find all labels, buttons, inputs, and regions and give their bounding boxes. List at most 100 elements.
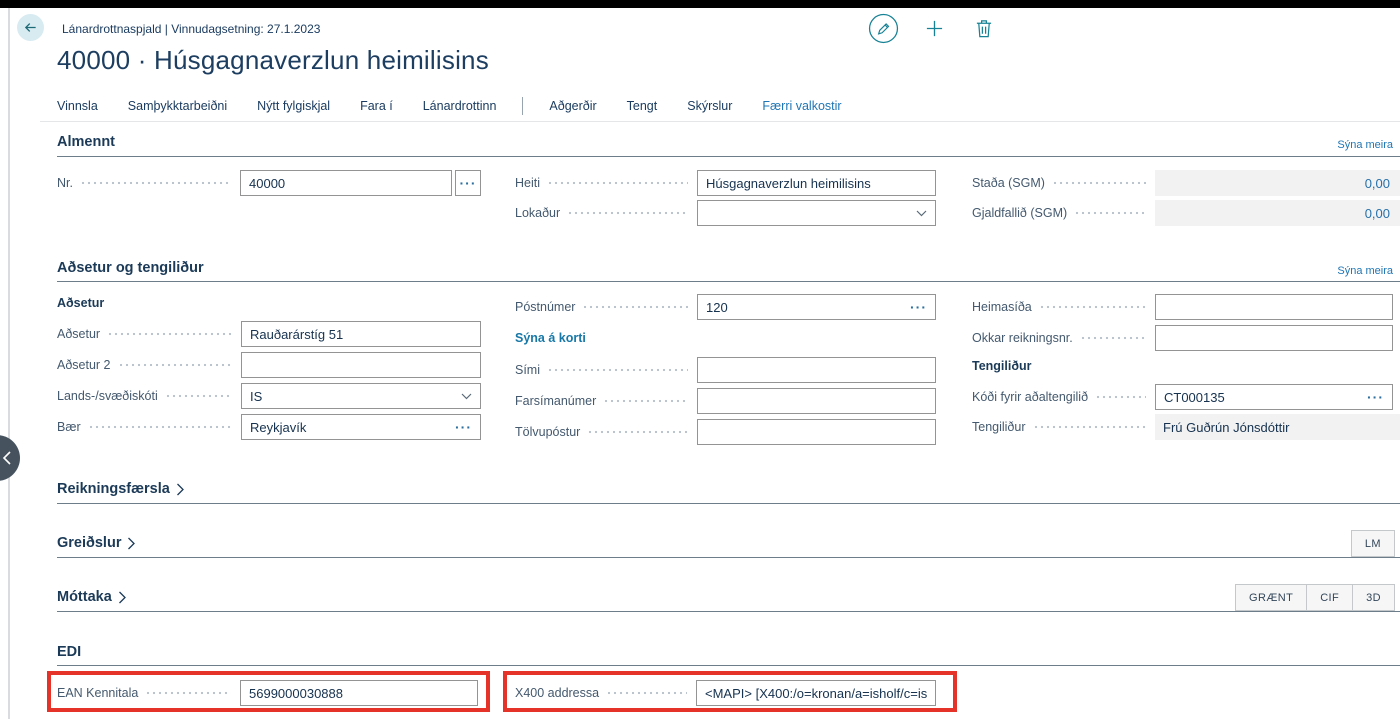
- field-row: Gjaldfallið (SGM) 0,00: [972, 200, 1400, 226]
- section-divider: [57, 156, 1400, 157]
- breadcrumb[interactable]: Lánardrottnaspjald | Vinnudagsetning: 27…: [62, 22, 320, 36]
- gjaldfallid-sgm-value[interactable]: 0,00: [1155, 200, 1400, 226]
- dotted-leader: [567, 200, 688, 226]
- show-more-link-adsetur[interactable]: Sýna meira: [1337, 265, 1393, 277]
- field-row: Tengiliður Frú Guðrún Jónsdóttir: [972, 414, 1400, 440]
- section-header-adsetur[interactable]: Aðsetur og tengiliður: [57, 260, 204, 276]
- new-button[interactable]: [925, 19, 944, 38]
- chevron-down-icon[interactable]: [461, 393, 472, 400]
- section-header-almennt[interactable]: Almennt: [57, 134, 115, 150]
- menu-underline: [40, 121, 1400, 122]
- section-title: Almennt: [57, 134, 115, 150]
- section-divider: [57, 281, 1400, 282]
- section-header-reikningsfaersla[interactable]: Reikningsfærsla: [57, 481, 185, 497]
- menu-item-fara-i[interactable]: Fara í: [360, 99, 393, 113]
- field-label: Póstnúmer: [515, 300, 575, 314]
- dotted-leader: [582, 294, 688, 320]
- menu-item-vinnsla[interactable]: Vinnsla: [57, 99, 98, 113]
- window-top-bar: [0, 0, 1400, 8]
- nr-assist-edit-button[interactable]: [455, 170, 481, 196]
- field-label: Nr.: [57, 176, 73, 190]
- dotted-leader: [145, 680, 231, 706]
- dotted-leader: [587, 419, 688, 445]
- lookup-ellipsis-icon[interactable]: [910, 300, 927, 314]
- x400-address-field[interactable]: <MAPI> [X400:/o=kronan/a=isholf/c=is]: [696, 680, 936, 706]
- show-more-link-almennt[interactable]: Sýna meira: [1337, 139, 1393, 151]
- badge-cif[interactable]: CIF: [1306, 584, 1353, 611]
- simi-field[interactable]: [697, 357, 936, 383]
- section-title: Greiðslur: [57, 535, 121, 551]
- field-label: Heimasíða: [972, 300, 1032, 314]
- lookup-ellipsis-icon[interactable]: [1367, 390, 1384, 404]
- baer-field[interactable]: Reykjavík: [241, 414, 481, 440]
- menu-item-lanardrottinn[interactable]: Lánardrottinn: [423, 99, 497, 113]
- show-on-map-link[interactable]: Sýna á korti: [515, 331, 586, 345]
- badge-graent[interactable]: GRÆNT: [1235, 584, 1307, 611]
- menu-item-faerri-valkostir[interactable]: Færri valkostir: [762, 99, 841, 113]
- primary-contact-code-field[interactable]: CT000135: [1155, 384, 1393, 410]
- dotted-leader: [1052, 170, 1146, 196]
- dotted-leader: [1033, 414, 1146, 440]
- menu-divider: [522, 97, 523, 115]
- heiti-field[interactable]: Húsgagnaverzlun heimilisins: [697, 170, 936, 196]
- chevron-right-icon: [176, 483, 185, 496]
- dotted-leader: [1039, 294, 1146, 320]
- field-row: Bær Reykjavík: [57, 414, 481, 440]
- badge-3d[interactable]: 3D: [1352, 584, 1395, 611]
- section-divider: [57, 503, 1400, 504]
- delete-button[interactable]: [975, 19, 993, 38]
- section-title: Móttaka: [57, 589, 112, 605]
- left-panel-edge: [8, 8, 10, 719]
- country-region-code-select[interactable]: IS: [241, 383, 481, 409]
- greidslur-badges: LM: [1352, 530, 1395, 557]
- badge-lm[interactable]: LM: [1351, 530, 1395, 557]
- field-row: Tölvupóstur: [515, 419, 936, 445]
- adsetur-field[interactable]: Rauðarárstíg 51: [241, 321, 481, 347]
- field-row: Nr. 40000: [57, 170, 481, 196]
- menu-item-skyrslur[interactable]: Skýrslur: [687, 99, 732, 113]
- section-header-edi[interactable]: EDI: [57, 644, 81, 660]
- field-row: Heiti Húsgagnaverzlun heimilisins: [515, 170, 936, 196]
- field-label: Farsímanúmer: [515, 394, 596, 408]
- chevron-down-icon[interactable]: [916, 210, 927, 217]
- stada-sgm-value[interactable]: 0,00: [1155, 170, 1400, 196]
- postnumer-field[interactable]: 120: [697, 294, 936, 320]
- field-row: Póstnúmer 120: [515, 294, 936, 320]
- menu-item-adgerdir[interactable]: Aðgerðir: [549, 99, 596, 113]
- tolvupostur-field[interactable]: [697, 419, 936, 445]
- dotted-leader: [118, 352, 232, 378]
- adsetur2-field[interactable]: [241, 352, 481, 378]
- field-row: Heimasíða: [972, 294, 1400, 320]
- section-title: EDI: [57, 644, 81, 660]
- menu-item-nytt-fylgiskjal[interactable]: Nýtt fylgiskjal: [257, 99, 330, 113]
- field-label: Aðsetur 2: [57, 358, 111, 372]
- section-header-mottaka[interactable]: Móttaka: [57, 589, 127, 605]
- field-label: Okkar reikningsnr.: [972, 331, 1073, 345]
- dotted-leader: [547, 170, 688, 196]
- edit-button[interactable]: [868, 13, 899, 44]
- okkar-reikningsnr-field[interactable]: [1155, 325, 1393, 351]
- back-button[interactable]: [17, 14, 44, 41]
- dotted-leader: [1080, 325, 1146, 351]
- ean-kennitala-field[interactable]: 5699000030888: [240, 680, 478, 706]
- heimasida-field[interactable]: [1155, 294, 1393, 320]
- farsimanumer-field[interactable]: [697, 388, 936, 414]
- page-title: 40000 · Húsgagnaverzlun heimilisins: [57, 45, 489, 76]
- field-label: Lands-/svæðiskóti: [57, 389, 158, 403]
- menu-item-tengt[interactable]: Tengt: [627, 99, 658, 113]
- tengilidur-value: Frú Guðrún Jónsdóttir: [1155, 414, 1400, 440]
- menu-item-samthykktarbeidni[interactable]: Samþykktarbeiðni: [128, 99, 227, 113]
- nr-field[interactable]: 40000: [240, 170, 452, 196]
- field-label: Staða (SGM): [972, 176, 1045, 190]
- section-header-greidslur[interactable]: Greiðslur: [57, 535, 136, 551]
- lookup-ellipsis-icon[interactable]: [455, 420, 472, 434]
- field-row: X400 addressa <MAPI> [X400:/o=kronan/a=i…: [515, 680, 936, 706]
- field-label: EAN Kennitala: [57, 686, 138, 700]
- section-divider: [57, 611, 1400, 612]
- field-row: Farsímanúmer: [515, 388, 936, 414]
- lokadur-select[interactable]: [697, 200, 936, 226]
- group-label-address: Aðsetur: [57, 296, 104, 310]
- field-label: Kóði fyrir aðaltengilið: [972, 390, 1088, 404]
- collapse-panel-button[interactable]: [0, 435, 20, 481]
- dotted-leader: [1074, 200, 1146, 226]
